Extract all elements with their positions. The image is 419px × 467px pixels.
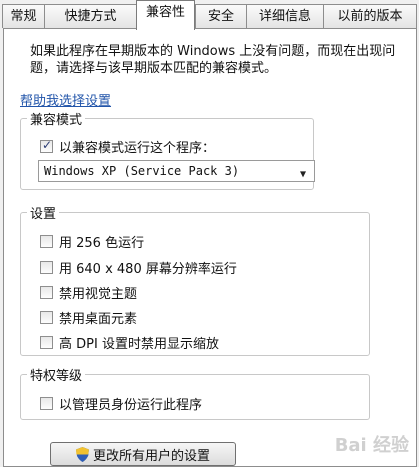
setting-label: 高 DPI 设置时禁用显示缩放 (59, 336, 219, 352)
compat-mode-checkbox[interactable] (40, 138, 53, 153)
compat-mode-legend: 兼容模式 (27, 109, 86, 128)
tab-strip: 常规 快捷方式 兼容性 安全 详细信息 以前的版本 (0, 0, 419, 30)
os-version-selected: Windows XP (Service Pack 3) (44, 164, 240, 178)
setting-desktop-composition-checkbox[interactable] (40, 310, 53, 324)
tab-label: 兼容性 (145, 5, 185, 20)
setting-visual-themes-checkbox[interactable] (40, 285, 53, 299)
setting-256-colors-row[interactable]: 用 256 色运行 (40, 232, 145, 251)
setting-640x480-row[interactable]: 用 640 x 480 屏幕分辨率运行 (40, 258, 237, 277)
tab-label: 以前的版本 (337, 9, 403, 24)
tab-previous-versions[interactable]: 以前的版本 (323, 4, 417, 28)
tab-security[interactable]: 安全 (195, 4, 247, 28)
setting-visual-themes-row[interactable]: 禁用视觉主题 (40, 283, 138, 302)
setting-label: 用 640 x 480 屏幕分辨率运行 (59, 261, 237, 277)
watermark-logo: Bai 经验 (334, 435, 409, 456)
setting-high-dpi-checkbox[interactable] (40, 335, 53, 349)
setting-640x480-checkbox[interactable] (40, 260, 53, 274)
os-version-select[interactable]: Windows XP (Service Pack 3) ▼ (38, 160, 315, 182)
description-text: 如果此程序在早期版本的 Windows 上没有问题，而现在出现问题，请选择与该早… (30, 44, 396, 76)
settings-legend: 设置 (27, 203, 60, 222)
tab-label: 安全 (207, 9, 234, 24)
uac-shield-icon (75, 446, 89, 462)
change-all-users-label: 更改所有用户的设置 (92, 448, 210, 464)
tab-label: 详细信息 (258, 9, 311, 24)
compat-mode-checkbox-row[interactable]: 以兼容模式运行这个程序： (40, 137, 216, 156)
tab-compatibility[interactable]: 兼容性 (136, 0, 195, 30)
tab-label: 快捷方式 (64, 9, 117, 24)
setting-desktop-composition-row[interactable]: 禁用桌面元素 (40, 308, 138, 327)
setting-label: 用 256 色运行 (59, 235, 145, 251)
help-link[interactable]: 帮助我选择设置 (20, 90, 111, 109)
run-as-admin-label: 以管理员身份运行此程序 (59, 397, 203, 413)
tab-label: 常规 (10, 9, 37, 24)
tab-details[interactable]: 详细信息 (246, 4, 324, 28)
change-all-users-button[interactable]: 更改所有用户的设置 (50, 442, 236, 466)
compat-mode-checkbox-label: 以兼容模式运行这个程序： (59, 140, 216, 156)
tab-shortcut[interactable]: 快捷方式 (44, 4, 137, 28)
privilege-legend: 特权等级 (27, 365, 86, 384)
tab-general[interactable]: 常规 (2, 4, 45, 28)
setting-high-dpi-row[interactable]: 高 DPI 设置时禁用显示缩放 (40, 333, 219, 352)
run-as-admin-row[interactable]: 以管理员身份运行此程序 (40, 394, 203, 413)
setting-label: 禁用视觉主题 (59, 286, 138, 302)
chevron-down-icon: ▼ (299, 169, 306, 180)
run-as-admin-checkbox[interactable] (40, 396, 53, 410)
setting-label: 禁用桌面元素 (59, 311, 138, 327)
setting-256-colors-checkbox[interactable] (40, 234, 53, 248)
